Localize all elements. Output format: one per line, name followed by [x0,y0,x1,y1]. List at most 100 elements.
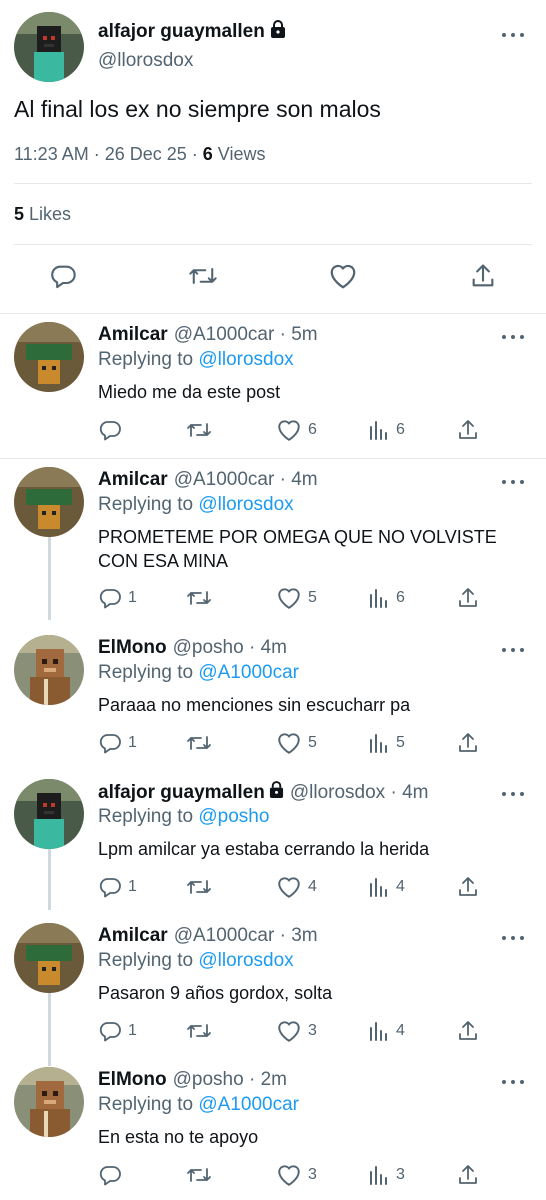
reply-tweet[interactable]: ElMono @posho · 2m Replying to @A1000car… [0,1059,546,1200]
author-handle[interactable]: @posho · 2m [173,1069,287,1091]
retweet-button[interactable] [186,731,212,755]
like-button[interactable]: 5 [276,731,317,755]
avatar[interactable] [14,467,84,537]
more-icon[interactable] [502,332,524,342]
more-icon[interactable] [502,645,524,655]
retweet-icon [186,731,212,755]
avatar[interactable] [14,322,84,392]
mention-link[interactable]: @A1000car [198,1094,299,1115]
reply-count: 1 [128,1022,137,1039]
more-icon[interactable] [502,30,524,40]
reply-button[interactable] [98,1163,128,1187]
retweet-button[interactable] [186,586,212,610]
author-name[interactable]: Amilcar [98,324,168,346]
tweet-timestamp[interactable]: 11:23 AM · 26 Dec 25 · [14,144,203,164]
avatar[interactable] [14,923,84,993]
author-name[interactable]: alfajor guaymallen [98,20,286,44]
views-count: 6 [202,144,213,164]
reply-count: 1 [128,589,137,606]
divider [14,183,532,184]
share-icon [456,586,480,610]
views-button[interactable]: 5 [368,731,405,755]
views-button[interactable]: 3 [368,1163,405,1187]
like-button[interactable]: 4 [276,875,317,899]
like-count: 3 [308,1166,317,1183]
reply-text: En esta no te apoyo [98,1127,259,1147]
author-handle[interactable]: @llorosdox [98,50,193,72]
reply-button[interactable]: 1 [98,586,137,610]
heart-icon [276,875,302,899]
like-count: 6 [308,421,317,438]
mention-link[interactable]: @llorosdox [198,950,293,971]
share-button[interactable] [456,875,480,899]
heart-icon[interactable] [328,262,358,290]
more-icon[interactable] [502,933,524,943]
retweet-button[interactable] [186,875,212,899]
reply-tweet[interactable]: ElMono @posho · 4m Replying to @A1000car… [0,627,546,771]
reply-header: ElMono @posho · 4m [98,637,287,659]
reply-tweet[interactable]: Amilcar @A1000car · 5m Replying to @llor… [0,314,546,458]
share-button[interactable] [456,1019,480,1043]
like-button[interactable]: 5 [276,586,317,610]
views-button[interactable]: 4 [368,875,405,899]
reply-time: 4m [260,637,287,658]
avatar[interactable] [14,779,84,849]
share-button[interactable] [456,731,480,755]
mention-link[interactable]: @A1000car [198,662,299,683]
like-count: 4 [308,878,317,895]
avatar[interactable] [14,635,84,705]
reply-tweet[interactable]: Amilcar @A1000car · 3m Replying to @llor… [0,915,546,1059]
retweet-button[interactable] [186,418,212,442]
share-icon [456,1163,480,1187]
like-button[interactable]: 3 [276,1019,317,1043]
reply-actions: 1 3 4 [98,1019,518,1045]
more-icon[interactable] [502,477,524,487]
views-button[interactable]: 6 [368,418,405,442]
reply-actions: 1 5 5 [98,731,518,757]
more-icon[interactable] [502,1077,524,1087]
share-button[interactable] [456,418,480,442]
replying-prefix: Replying to [98,349,199,370]
reply-button[interactable]: 1 [98,1019,137,1043]
retweet-icon [186,875,212,899]
author-name[interactable]: alfajor guaymallen [98,781,284,804]
author-handle[interactable]: @A1000car · 4m [174,469,318,491]
tweet-text: Al final los ex no siempre son malos [14,96,381,122]
views-button[interactable]: 4 [368,1019,405,1043]
reply-button[interactable] [98,418,128,442]
replying-prefix: Replying to [98,1094,199,1115]
replying-prefix: Replying to [98,950,199,971]
avatar[interactable] [14,1067,84,1137]
reply-button[interactable]: 1 [98,731,137,755]
like-count: 3 [308,1022,317,1039]
likes-summary[interactable]: 5 Likes [14,204,71,225]
retweet-button[interactable] [186,1019,212,1043]
like-button[interactable]: 6 [276,418,317,442]
author-name[interactable]: Amilcar [98,925,168,947]
reply-icon[interactable] [49,262,77,290]
mention-link[interactable]: @llorosdox [198,494,293,515]
share-button[interactable] [456,586,480,610]
reply-button[interactable]: 1 [98,875,137,899]
author-handle[interactable]: @A1000car · 5m [174,324,318,346]
author-name[interactable]: Amilcar [98,469,168,491]
author-handle[interactable]: @A1000car · 3m [174,925,318,947]
reply-tweet[interactable]: alfajor guaymallen @llorosdox · 4m Reply… [0,771,546,915]
author-name[interactable]: ElMono [98,637,167,659]
mention-link[interactable]: @posho [198,806,269,827]
replying-prefix: Replying to [98,806,199,827]
views-button[interactable]: 6 [368,586,405,610]
author-handle[interactable]: @llorosdox · 4m [290,782,429,804]
author-name[interactable]: ElMono [98,1069,167,1091]
like-button[interactable]: 3 [276,1163,317,1187]
mention-link[interactable]: @llorosdox [198,349,293,370]
retweet-button[interactable] [186,1163,212,1187]
avatar[interactable] [14,12,84,82]
retweet-icon[interactable] [188,262,218,290]
author-handle[interactable]: @posho · 4m [173,637,287,659]
reply-tweet[interactable]: Amilcar @A1000car · 4m Replying to @llor… [0,459,546,627]
share-button[interactable] [456,1163,480,1187]
more-icon[interactable] [502,789,524,799]
view-count: 4 [396,878,405,895]
share-icon[interactable] [469,262,497,290]
